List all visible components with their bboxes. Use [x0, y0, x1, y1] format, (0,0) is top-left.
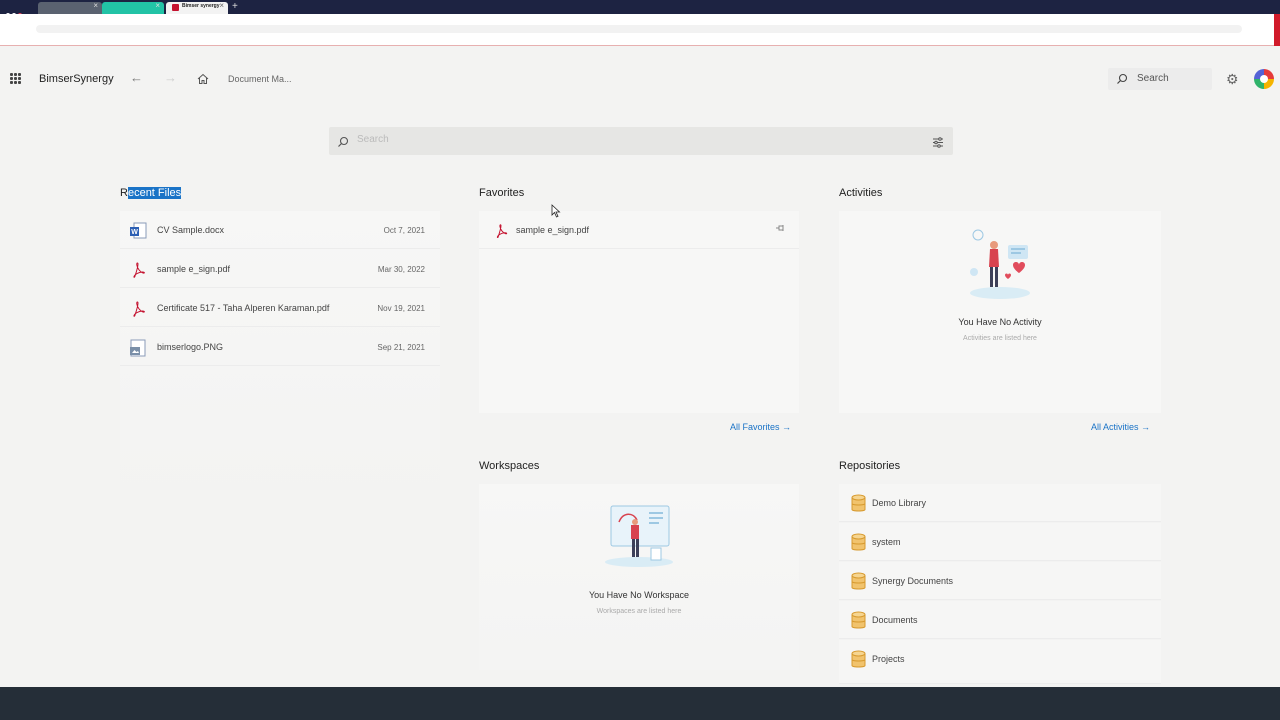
- no-activity-title: You Have No Activity: [958, 317, 1042, 327]
- repository-name: Demo Library: [872, 498, 927, 508]
- address-bar: [0, 14, 1280, 46]
- all-activities-link[interactable]: All Activities →: [1091, 422, 1150, 432]
- all-favorites-label: All Favorites: [730, 422, 780, 432]
- repository-row[interactable]: Projects: [839, 640, 1161, 684]
- repository-name: Projects: [872, 654, 905, 664]
- workspaces-panel: You Have No Workspace Workspaces are lis…: [479, 484, 799, 670]
- recent-file-row[interactable]: bimserlogo.PNG Sep 21, 2021: [120, 328, 440, 366]
- file-date: Oct 7, 2021: [383, 226, 425, 235]
- header-search-label: Search: [1137, 73, 1169, 84]
- database-icon: [851, 572, 866, 596]
- arrow-right-icon: →: [1141, 422, 1151, 432]
- activities-title: Activities: [839, 187, 883, 199]
- main-search-bar: [329, 127, 953, 155]
- svg-text:W: W: [131, 229, 138, 236]
- database-icon: [851, 494, 866, 518]
- no-activity-subtitle: Activities are listed here: [963, 335, 1037, 342]
- workspace-illustration: [605, 505, 673, 567]
- word-doc-icon: W: [129, 222, 147, 245]
- app-launcher-icon[interactable]: [10, 73, 21, 84]
- favorites-title: Favorites: [479, 187, 525, 199]
- repository-name: system: [872, 537, 901, 547]
- header-search[interactable]: Search: [1108, 68, 1212, 90]
- search-icon: [337, 135, 349, 153]
- repository-name: Synergy Documents: [872, 576, 954, 586]
- browser-tab-1[interactable]: ×: [38, 1, 102, 14]
- pin-icon[interactable]: [775, 223, 785, 235]
- recent-file-row[interactable]: W CV Sample.docx Oct 7, 2021: [120, 211, 440, 249]
- no-workspace-title: You Have No Workspace: [588, 590, 690, 600]
- pdf-icon: [129, 300, 147, 323]
- workspaces-title: Workspaces: [479, 460, 540, 472]
- repositories-title: Repositories: [839, 460, 901, 472]
- main-search-input[interactable]: [357, 134, 917, 145]
- file-name: bimserlogo.PNG: [157, 342, 224, 352]
- repository-row[interactable]: Demo Library: [839, 484, 1161, 522]
- pdf-icon: [493, 223, 509, 244]
- breadcrumb[interactable]: Document Ma...: [228, 74, 292, 84]
- arrow-right-icon: →: [782, 422, 792, 432]
- all-activities-label: All Activities: [1091, 422, 1139, 432]
- browser-tab-strip: × × Bimser synergy × +: [0, 0, 1280, 17]
- file-date: Sep 21, 2021: [377, 343, 425, 352]
- mouse-cursor-icon: [551, 204, 561, 218]
- gear-icon[interactable]: ⚙: [1226, 72, 1239, 86]
- forward-arrow-icon[interactable]: →: [164, 70, 177, 85]
- activity-illustration: [970, 229, 1030, 299]
- new-tab-button[interactable]: +: [232, 1, 238, 12]
- favorite-row[interactable]: sample e_sign.pdf: [479, 211, 799, 249]
- browser-accent: [1274, 14, 1280, 46]
- database-icon: [851, 533, 866, 557]
- file-date: Mar 30, 2022: [377, 265, 425, 274]
- footer-bar: [0, 687, 1280, 720]
- file-name: sample e_sign.pdf: [157, 264, 231, 274]
- filter-icon[interactable]: [932, 135, 944, 153]
- close-tab-icon[interactable]: ×: [93, 1, 98, 10]
- app-header: BimserSynergy ← → Document Ma... Search …: [0, 68, 1280, 90]
- recent-file-row[interactable]: Certificate 517 - Taha Alperen Karaman.p…: [120, 289, 440, 327]
- database-icon: [851, 650, 866, 674]
- repository-row[interactable]: system: [839, 523, 1161, 561]
- recent-file-row[interactable]: sample e_sign.pdf Mar 30, 2022: [120, 250, 440, 288]
- back-arrow-icon[interactable]: ←: [130, 70, 143, 85]
- repository-name: Documents: [872, 615, 918, 625]
- favorite-name: sample e_sign.pdf: [516, 225, 590, 235]
- recent-files-title-first: R: [120, 187, 128, 199]
- brand-name: BimserSynergy: [39, 73, 114, 85]
- favorites-panel: sample e_sign.pdf: [479, 211, 799, 413]
- search-icon: [1116, 72, 1128, 90]
- file-name: Certificate 517 - Taha Alperen Karaman.p…: [157, 303, 330, 313]
- close-tab-icon[interactable]: ×: [219, 1, 224, 10]
- all-favorites-link[interactable]: All Favorites →: [730, 422, 791, 432]
- close-tab-icon[interactable]: ×: [155, 1, 160, 10]
- favicon-icon: [172, 4, 179, 11]
- url-field[interactable]: [36, 25, 1242, 33]
- recent-files-title-selected: ecent Files: [127, 187, 182, 199]
- browser-tab-2[interactable]: ×: [102, 1, 164, 14]
- repository-row[interactable]: Documents: [839, 601, 1161, 639]
- home-icon[interactable]: [197, 72, 209, 90]
- database-icon: [851, 611, 866, 635]
- image-file-icon: [129, 339, 147, 362]
- browser-tab-active[interactable]: Bimser synergy ×: [166, 1, 228, 14]
- activities-panel: You Have No Activity Activities are list…: [839, 211, 1161, 413]
- recent-files-panel: W CV Sample.docx Oct 7, 2021 sample e_si…: [120, 211, 440, 501]
- no-workspace-subtitle: Workspaces are listed here: [596, 608, 682, 615]
- avatar[interactable]: [1254, 69, 1274, 89]
- pdf-icon: [129, 261, 147, 284]
- tab-label: Bimser synergy: [182, 3, 220, 9]
- file-date: Nov 19, 2021: [377, 304, 425, 313]
- recent-files-title: Recent Files: [120, 187, 182, 199]
- repository-row[interactable]: Synergy Documents: [839, 562, 1161, 600]
- file-name: CV Sample.docx: [157, 225, 225, 235]
